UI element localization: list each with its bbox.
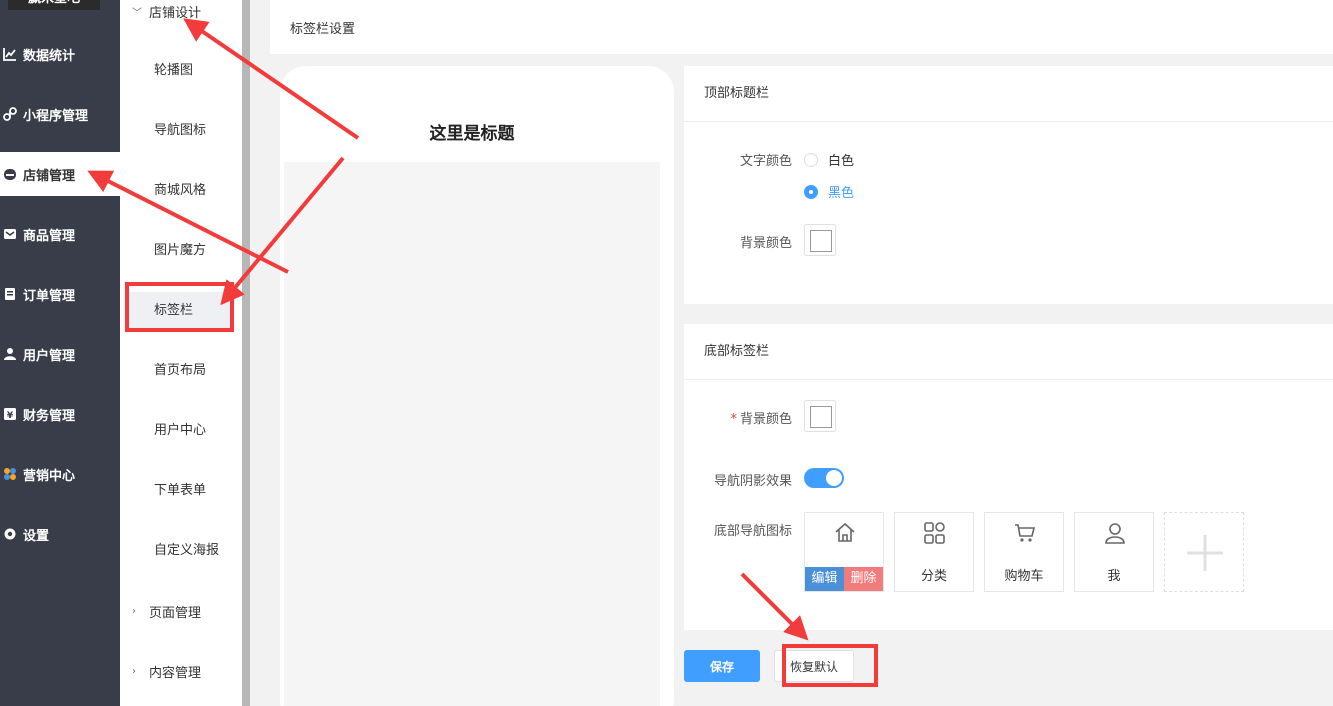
category-icon (923, 521, 947, 545)
submenu-item-home-layout[interactable]: 首页布局 (154, 356, 206, 386)
label-text: 背景颜色 (739, 412, 792, 427)
marketing-icon (3, 467, 17, 481)
submenu-item-nav-icons[interactable]: 导航图标 (154, 116, 206, 146)
nav-card-category[interactable]: 分类 (894, 512, 974, 592)
submenu-group-label: 内容管理 (149, 665, 202, 681)
radio-dot (804, 184, 818, 199)
phone-preview: 这里是标题 (280, 66, 674, 706)
gear-icon (3, 527, 17, 541)
user-icon (3, 347, 17, 361)
sidebar-item-label: 店铺管理 (23, 168, 76, 184)
panel-title: 底部标签栏 (684, 324, 1333, 380)
submenu-group-store-design[interactable]: ﹀ 店铺设计 (120, 0, 242, 26)
panel-title: 顶部标题栏 (684, 66, 1333, 122)
delete-button[interactable]: 删除 (844, 567, 883, 591)
bottom-bar-panel: 底部标签栏 * 背景颜色 导航阴影效果 底部导航图标 编辑 删除 分类 购物车 … (684, 324, 1333, 630)
sidebar-item-label: 用户管理 (23, 348, 76, 364)
sidebar-item-label: 订单管理 (23, 288, 76, 304)
sidebar-item-goods[interactable]: 商品管理 (0, 212, 120, 256)
chevron-right-icon: › (132, 665, 136, 677)
radio-label: 黑色 (828, 186, 855, 201)
top-bar-panel: 顶部标题栏 文字颜色 白色 黑色 背景颜色 (684, 66, 1333, 304)
person-icon (1103, 521, 1127, 545)
chart-icon (3, 47, 17, 61)
nav-card-home[interactable]: 编辑 删除 (804, 512, 884, 592)
submenu-item-image-cube[interactable]: 图片魔方 (154, 236, 206, 266)
nav-card-me[interactable]: 我 (1074, 512, 1154, 592)
sidebar-item-label: 商品管理 (23, 228, 76, 244)
miniprogram-icon (3, 107, 17, 121)
bottom-bg-color-picker[interactable] (804, 400, 836, 432)
submenu-item-carousel[interactable]: 轮播图 (154, 56, 193, 86)
menu-divider (242, 0, 250, 706)
sidebar-item-label: 设置 (23, 528, 50, 544)
submenu-item-user-center[interactable]: 用户中心 (154, 416, 206, 446)
finance-icon: ¥ (3, 407, 17, 421)
required-mark: * (730, 412, 737, 427)
shadow-toggle[interactable] (804, 468, 844, 488)
goods-icon (3, 227, 17, 241)
nav-card-actions: 编辑 删除 (805, 567, 883, 591)
sidebar-item-label: 小程序管理 (23, 108, 89, 124)
submenu-item-poster[interactable]: 自定义海报 (154, 536, 219, 566)
submenu-group-content[interactable]: › 内容管理 (120, 656, 242, 686)
radio-dot (804, 152, 818, 167)
logo: 赢米星吧 (8, 0, 100, 10)
radio-black[interactable]: 黑色 (804, 182, 854, 201)
text-color-label: 文字颜色 (739, 154, 792, 169)
sidebar-item-label: 财务管理 (23, 408, 76, 424)
secondary-menu: ﹀ 店铺设计 轮播图 导航图标 商城风格 图片魔方 标签栏 首页布局 用户中心 … (120, 0, 242, 706)
sidebar-item-users[interactable]: 用户管理 (0, 332, 120, 376)
phone-screen: 这里是标题 (284, 100, 660, 706)
save-button[interactable]: 保存 (684, 650, 760, 682)
sidebar-item-statistics[interactable]: 数据统计 (0, 32, 120, 76)
submenu-item-tabbar[interactable]: 标签栏 (128, 292, 231, 330)
sidebar-item-store[interactable]: 店铺管理 (0, 152, 120, 196)
nav-card-label: 购物车 (1004, 569, 1044, 584)
nav-icons-label: 底部导航图标 (713, 524, 792, 539)
submenu-item-style[interactable]: 商城风格 (154, 176, 206, 206)
submenu-item-order-form[interactable]: 下单表单 (154, 476, 206, 506)
radio-label: 白色 (828, 154, 855, 169)
nav-card-cart[interactable]: 购物车 (984, 512, 1064, 592)
store-icon (3, 167, 17, 181)
svg-text:¥: ¥ (7, 411, 14, 421)
sidebar-item-settings[interactable]: 设置 (0, 512, 120, 556)
main-sidebar: 赢米星吧 数据统计 小程序管理 店铺管理 商品管理 (0, 0, 120, 706)
submenu-group-pages[interactable]: › 页面管理 (120, 596, 242, 626)
radio-white[interactable]: 白色 (804, 150, 854, 169)
sidebar-item-miniprogram[interactable]: 小程序管理 (0, 92, 120, 136)
sidebar-item-finance[interactable]: ¥ 财务管理 (0, 392, 120, 436)
sidebar-item-label: 数据统计 (23, 48, 76, 64)
top-bg-color-picker[interactable] (804, 224, 836, 256)
add-nav-button[interactable] (1164, 512, 1244, 592)
bg-color-label: 背景颜色 (739, 236, 792, 251)
submenu-group-label: 店铺设计 (149, 5, 202, 21)
plus-icon (1187, 535, 1223, 571)
nav-card-label: 我 (1107, 569, 1121, 584)
edit-button[interactable]: 编辑 (805, 567, 844, 591)
page-title: 标签栏设置 (270, 0, 1333, 54)
shadow-label: 导航阴影效果 (713, 474, 792, 489)
sidebar-item-marketing[interactable]: 营销中心 (0, 452, 120, 496)
bottom-bg-color-label: * 背景颜色 (706, 408, 792, 427)
submenu-group-label: 页面管理 (149, 605, 202, 621)
chevron-right-icon: › (132, 605, 136, 617)
sidebar-item-label: 营销中心 (23, 468, 76, 484)
nav-card-label: 分类 (920, 569, 947, 584)
preview-title: 这里是标题 (284, 100, 660, 162)
home-icon (833, 521, 857, 545)
sidebar-item-orders[interactable]: 订单管理 (0, 272, 120, 316)
chevron-down-icon: ﹀ (132, 7, 142, 19)
order-icon (3, 287, 17, 301)
reset-default-button[interactable]: 恢复默认 (774, 650, 854, 682)
cart-icon (1013, 521, 1037, 545)
main-content: 标签栏设置 这里是标题 顶部标题栏 文字颜色 白色 黑色 背景颜色 底部标签栏 … (250, 0, 1333, 706)
